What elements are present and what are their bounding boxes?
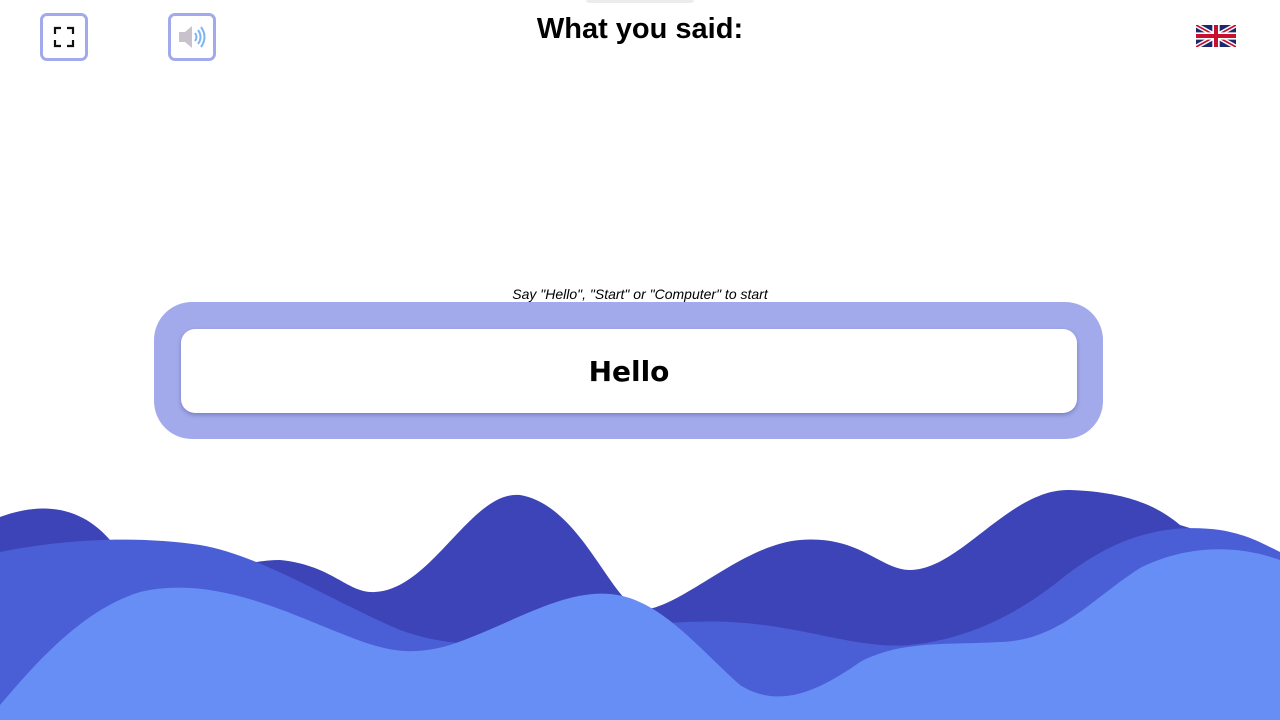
voice-command-page: What you said: Say "Hello", "Start" or "…	[0, 0, 1280, 720]
wave-decoration	[0, 489, 1280, 720]
language-button[interactable]	[1194, 22, 1238, 50]
uk-flag-icon	[1194, 22, 1238, 50]
command-frame: Hello	[154, 302, 1103, 439]
recognized-command-box: Hello	[181, 329, 1077, 413]
page-title: What you said:	[536, 13, 744, 45]
recognized-command-text: Hello	[588, 354, 670, 388]
start-hint: Say "Hello", "Start" or "Computer" to st…	[512, 286, 768, 302]
top-tab-handle	[586, 0, 694, 3]
